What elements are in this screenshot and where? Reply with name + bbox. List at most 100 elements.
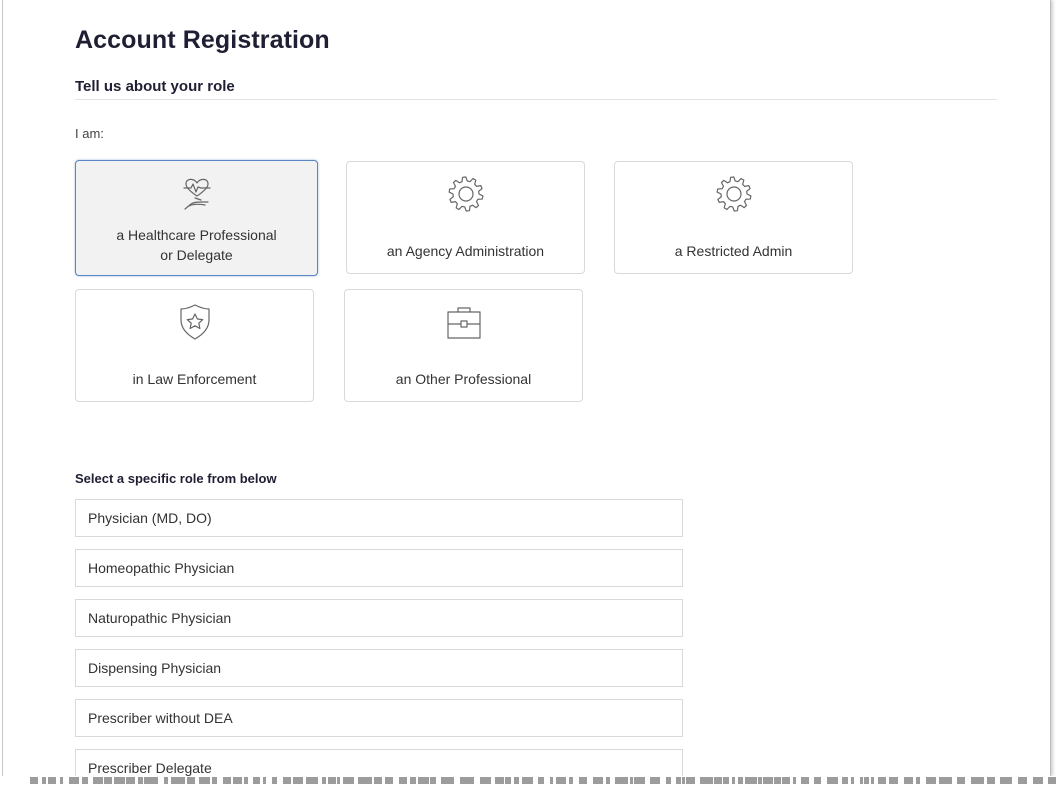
cut-off-glyph — [343, 777, 354, 784]
cut-off-glyph — [126, 777, 135, 784]
role-card-restricted-admin[interactable]: a Restricted Admin — [614, 161, 853, 274]
role-option-naturopathic-physician[interactable]: Naturopathic Physician — [75, 599, 683, 637]
role-option-dispensing-physician[interactable]: Dispensing Physician — [75, 649, 683, 687]
cut-off-glyph — [634, 777, 645, 784]
cut-off-glyph — [538, 777, 544, 784]
cut-off-glyph — [328, 777, 336, 784]
cut-off-glyph — [144, 777, 158, 784]
cut-off-glyph — [957, 777, 965, 784]
cut-off-glyph — [82, 777, 88, 784]
cut-off-glyph — [650, 777, 660, 784]
cut-off-glyph — [385, 777, 393, 784]
cut-off-glyph — [686, 777, 695, 784]
cut-off-glyph — [987, 777, 995, 784]
cut-off-glyph — [322, 777, 326, 784]
cut-off-glyph — [505, 777, 511, 784]
specific-role-list: Physician (MD, DO) Homeopathic Physician… — [75, 499, 683, 776]
cut-off-glyph — [889, 777, 898, 784]
cut-off-glyph — [606, 777, 610, 784]
cut-off-glyph — [793, 777, 796, 784]
cut-off-glyph — [171, 777, 185, 784]
cut-off-glyph — [522, 777, 533, 784]
cut-off-glyph — [114, 777, 125, 784]
cut-off-glyph — [801, 777, 809, 784]
role-card-other-professional[interactable]: an Other Professional — [344, 289, 583, 402]
cut-off-glyph — [758, 777, 762, 784]
cut-off-glyph — [138, 777, 143, 784]
specific-role-title: Select a specific role from below — [75, 471, 277, 486]
cut-off-glyph — [253, 777, 260, 784]
role-card-label: a Healthcare Professional or Delegate — [116, 227, 277, 263]
role-option-homeopathic-physician[interactable]: Homeopathic Physician — [75, 549, 683, 587]
cut-off-glyph — [556, 777, 566, 784]
cut-off-glyph — [827, 777, 838, 784]
gear-icon — [448, 176, 483, 212]
cut-off-glyph — [358, 777, 372, 784]
i-am-label: I am: — [75, 126, 104, 141]
cut-off-glyph — [42, 777, 46, 784]
cut-off-glyph — [164, 777, 168, 784]
cut-off-glyph — [1033, 777, 1043, 784]
cut-off-glyph — [223, 777, 231, 784]
cut-off-glyph — [187, 777, 195, 784]
cut-off-glyph — [1018, 777, 1027, 784]
cut-off-glyph — [569, 777, 573, 784]
cut-off-glyph — [864, 777, 869, 784]
cut-off-glyph — [374, 777, 382, 784]
cut-off-glyph — [971, 777, 984, 784]
cut-off-glyph — [418, 777, 429, 784]
cut-off-glyph — [233, 777, 242, 784]
cut-off-glyph — [782, 777, 790, 784]
cut-off-glyph — [550, 777, 553, 784]
gear-icon — [716, 176, 751, 212]
role-card-label: an Other Professional — [395, 371, 532, 387]
registration-page: Account Registration Tell us about your … — [2, 0, 1051, 776]
cut-off-glyph — [763, 777, 773, 784]
cut-off-glyph — [871, 777, 874, 784]
role-option-prescriber-delegate[interactable]: Prescriber Delegate — [75, 749, 683, 776]
heart-hand-icon — [182, 178, 211, 210]
cut-off-glyph — [700, 777, 713, 784]
cut-off-glyph — [666, 777, 671, 784]
cut-off-glyph — [410, 777, 416, 784]
cut-off-glyph — [199, 777, 210, 784]
cut-off-glyph — [615, 777, 628, 784]
cut-off-glyph — [337, 777, 340, 784]
role-card-label: in Law Enforcement — [132, 371, 257, 387]
page-title: Account Registration — [75, 26, 330, 54]
cut-off-glyph — [460, 777, 474, 784]
cut-off-glyph — [1048, 777, 1056, 784]
cut-off-glyph — [926, 777, 936, 784]
role-card-law-enforcement[interactable]: in Law Enforcement — [75, 289, 314, 402]
cut-off-glyph — [430, 777, 436, 784]
cut-off-glyph — [851, 777, 854, 784]
star-badge-icon — [179, 304, 210, 340]
cut-off-glyph — [495, 777, 504, 784]
role-option-physician[interactable]: Physician (MD, DO) — [75, 499, 683, 537]
cut-off-glyph — [939, 777, 952, 784]
cut-off-glyph — [244, 777, 248, 784]
role-card-label: an Agency Administration — [386, 243, 545, 259]
cut-off-glyph — [514, 777, 519, 784]
cut-off-glyph — [904, 777, 913, 784]
cut-off-glyph — [593, 777, 603, 784]
cut-off-glyph — [93, 777, 103, 784]
cut-off-glyph — [283, 777, 291, 784]
role-card-healthcare-professional[interactable]: a Healthcare Professional or Delegate — [75, 160, 318, 276]
cut-off-glyph — [676, 777, 681, 784]
cut-off-glyph — [272, 777, 277, 784]
role-option-prescriber-without-dea[interactable]: Prescriber without DEA — [75, 699, 683, 737]
cut-off-glyph — [30, 777, 38, 784]
cut-off-glyph — [212, 777, 217, 784]
cut-off-glyph — [263, 777, 266, 784]
role-card-agency-administration[interactable]: an Agency Administration — [346, 161, 585, 274]
cut-off-glyph — [579, 777, 587, 784]
section-divider — [75, 99, 997, 100]
cut-off-glyph — [399, 777, 407, 784]
cut-off-glyph — [441, 777, 454, 784]
cut-off-glyph — [293, 777, 303, 784]
cut-off-glyph — [732, 777, 735, 784]
cut-off-glyph — [878, 777, 886, 784]
cut-off-glyph — [745, 777, 757, 784]
cut-off-glyph — [48, 777, 56, 784]
